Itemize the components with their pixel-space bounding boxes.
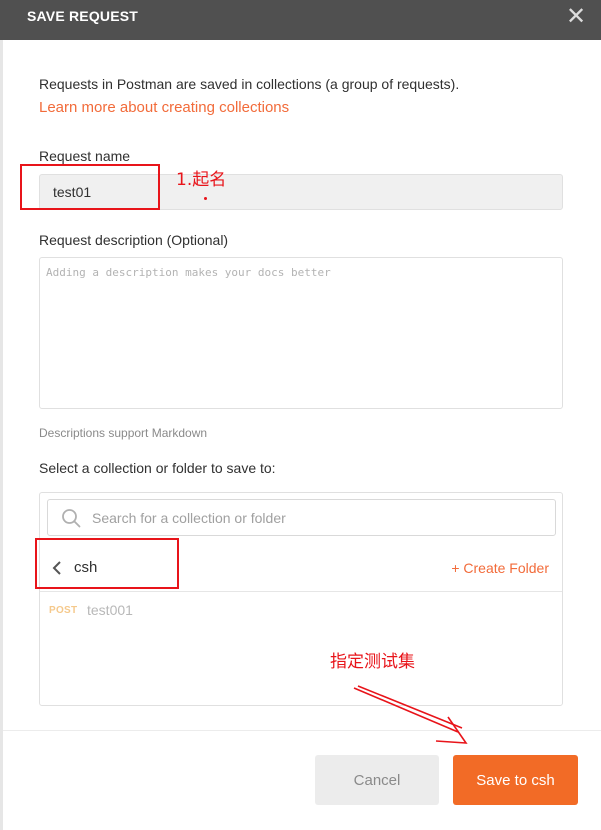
collection-search-box (47, 499, 556, 536)
dialog-left-edge (0, 40, 3, 830)
method-badge: POST (49, 605, 78, 616)
annotation-dot (204, 197, 207, 200)
collection-select-label: Select a collection or folder to save to… (39, 460, 276, 476)
footer-divider (3, 730, 601, 731)
collection-search-input[interactable] (92, 507, 542, 529)
request-item-name: test001 (87, 602, 133, 618)
cancel-button[interactable]: Cancel (315, 755, 439, 805)
learn-more-link[interactable]: Learn more about creating collections (39, 99, 289, 116)
annotation-name-note: 1.起名 (176, 170, 227, 190)
request-description-label: Request description (Optional) (39, 232, 229, 248)
annotation-collection-note: 指定测试集 (330, 652, 415, 672)
dialog-title: SAVE REQUEST (27, 8, 139, 24)
annotation-box-collection (35, 538, 179, 589)
request-description-textarea[interactable] (39, 257, 563, 409)
intro-text: Requests in Postman are saved in collect… (39, 76, 460, 92)
create-folder-link[interactable]: + Create Folder (451, 560, 549, 576)
close-icon[interactable]: ✕ (565, 3, 587, 31)
markdown-note: Descriptions support Markdown (39, 426, 208, 440)
save-button[interactable]: Save to csh (453, 755, 578, 805)
annotation-box-name (20, 164, 160, 210)
collection-picker: csh + Create Folder POST test001 (39, 492, 563, 706)
search-icon (62, 509, 81, 528)
dialog-header: SAVE REQUEST ✕ (0, 0, 601, 40)
request-name-label: Request name (39, 148, 131, 164)
list-item[interactable]: POST test001 (40, 593, 562, 627)
annotation-arrow-icon (353, 685, 468, 744)
